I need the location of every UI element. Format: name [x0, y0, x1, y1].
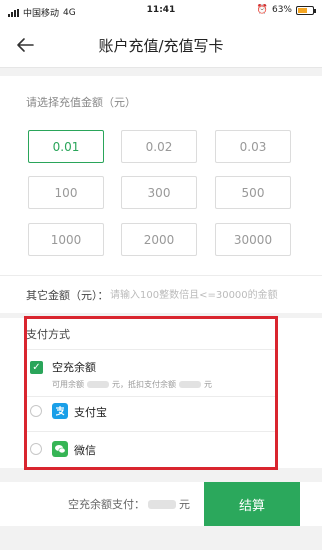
amount-option-100[interactable]: 100 — [28, 176, 104, 209]
battery-percent: 63% — [271, 5, 292, 15]
nav-bar: 账户充值/充值写卡 — [0, 22, 322, 68]
amount-option-0-01[interactable]: 0.01 — [28, 130, 104, 163]
amount-option-0-02[interactable]: 0.02 — [121, 130, 197, 163]
checkout-button[interactable]: 结算 — [204, 482, 300, 526]
battery-icon — [296, 5, 316, 15]
amount-option-30000[interactable]: 30000 — [215, 223, 291, 256]
other-amount-label: 其它金额（元）： — [26, 289, 109, 302]
amount-section-label: 请选择充值金额（元） — [26, 96, 136, 109]
amount-option-300[interactable]: 300 — [121, 176, 197, 209]
amount-card: 请选择充值金额（元） 0.01 0.02 0.03 100 300 500 10… — [0, 76, 322, 306]
other-amount-input[interactable]: 请输入100整数倍且<=30000的金额 — [110, 286, 310, 301]
total-label: 空充余额支付： 元 — [68, 498, 190, 511]
alarm-icon: ⏰ — [256, 5, 268, 15]
amount-option-500[interactable]: 500 — [215, 176, 291, 209]
amount-option-0-03[interactable]: 0.03 — [215, 130, 291, 163]
status-bar: 中国移动 4G 11:41 ⏰ 63% — [0, 0, 322, 22]
amount-option-1000[interactable]: 1000 — [28, 223, 104, 256]
page-title: 账户充值/充值写卡 — [98, 37, 224, 55]
redacted-total — [148, 499, 176, 509]
other-amount-row: 其它金额（元）： 请输入100整数倍且<=30000的金额 — [0, 275, 322, 313]
payment-highlight-box — [24, 316, 278, 470]
amount-option-2000[interactable]: 2000 — [121, 223, 197, 256]
